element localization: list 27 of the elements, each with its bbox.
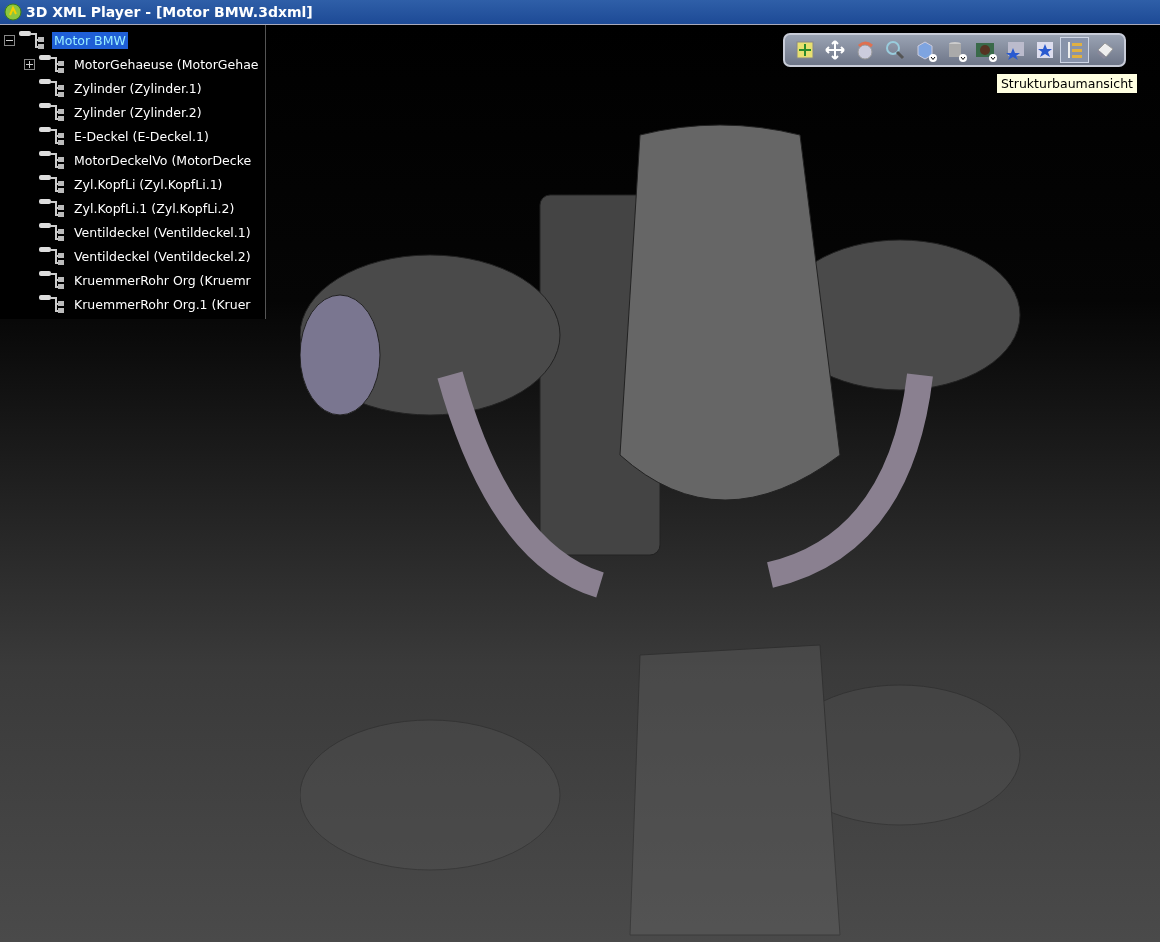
dropdown-caret-icon[interactable] (959, 54, 967, 62)
tree-item[interactable]: Ventildeckel (Ventildeckel.1) (72, 223, 253, 241)
pan-icon (824, 40, 845, 60)
tree-item[interactable]: Zyl.KopfLi (Zyl.KopfLi.1) (72, 175, 225, 193)
tree-item[interactable]: KruemmerRohr Org.1 (Kruer (72, 295, 253, 313)
tree-item[interactable]: Zyl.KopfLi.1 (Zyl.KopfLi.2) (72, 199, 237, 217)
rotate-icon (854, 40, 875, 60)
collapse-toggle[interactable] (4, 34, 15, 46)
star-icon (1004, 40, 1025, 60)
tree-item[interactable]: Motor BMW (52, 31, 128, 49)
dropdown-caret-icon[interactable] (929, 54, 937, 62)
tree-item[interactable]: Ventildeckel (Ventildeckel.2) (72, 247, 253, 265)
tree-item[interactable]: Zylinder (Zylinder.2) (72, 103, 204, 121)
window-title: 3D XML Player - [Motor BMW.3dxml] (26, 4, 313, 20)
tree-item[interactable]: Zylinder (Zylinder.1) (72, 79, 204, 97)
tooltip: Strukturbaumansicht (995, 73, 1138, 94)
3d-viewport[interactable] (0, 25, 1160, 942)
dropdown-caret-icon[interactable] (989, 54, 997, 62)
tree-item[interactable]: MotorGehaeuse (MotorGehae (72, 55, 261, 73)
cube-icon (914, 40, 935, 60)
app-icon (4, 3, 22, 21)
tree-item[interactable]: KruemmerRohr Org (Kruemr (72, 271, 253, 289)
tree-item[interactable]: E-Deckel (E-Deckel.1) (72, 127, 211, 145)
expand-toggle[interactable] (24, 58, 35, 70)
plus-icon (26, 60, 33, 68)
tree-item[interactable]: MotorDeckelVo (MotorDecke (72, 151, 254, 169)
zoom-icon (884, 40, 905, 60)
